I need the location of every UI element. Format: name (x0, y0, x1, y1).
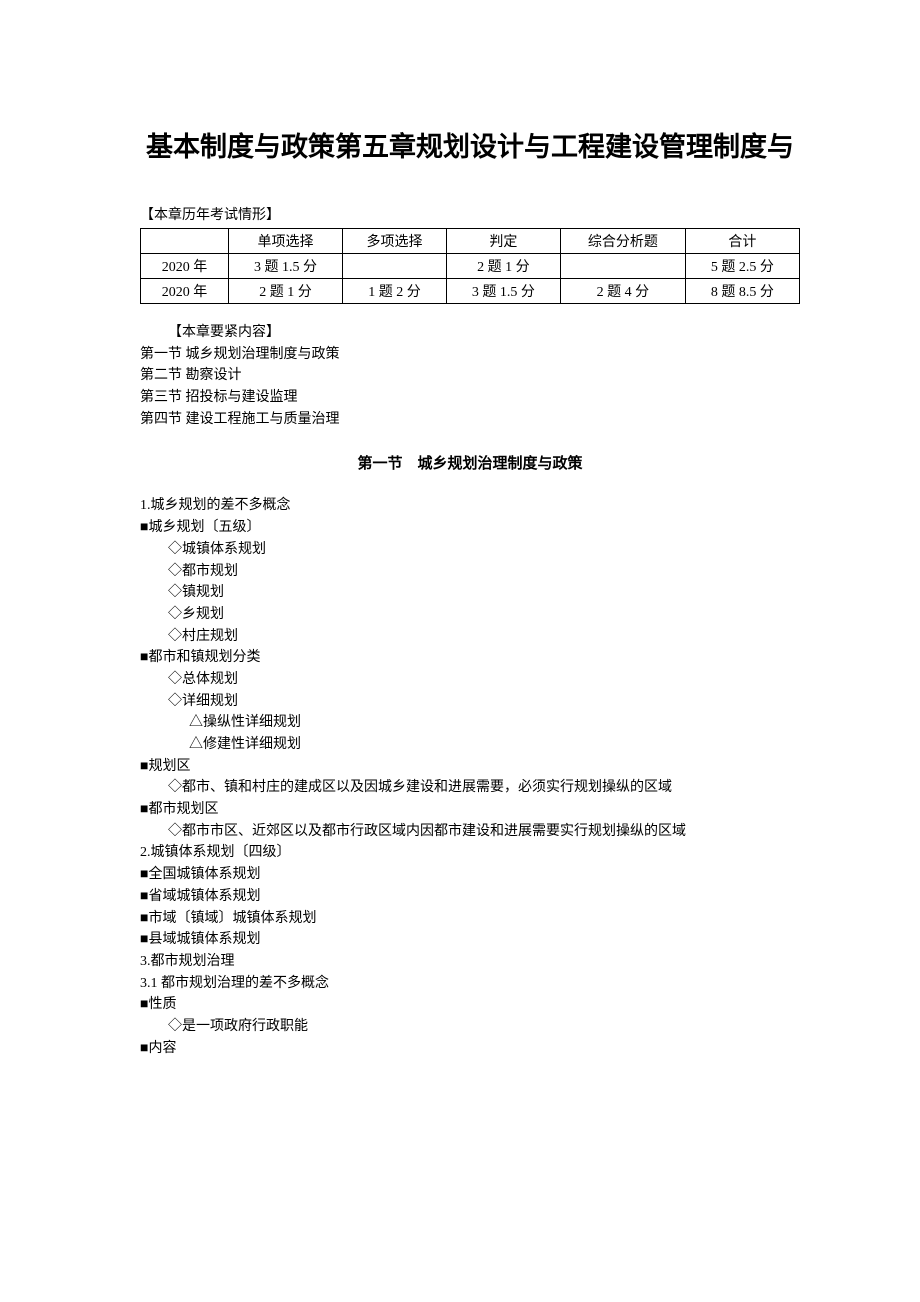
list-item-label: 镇规划 (182, 585, 224, 600)
list-item-label: 市域〔镇域〕城镇体系规划 (148, 911, 316, 926)
list-item: 都市规划区 (140, 799, 800, 821)
table-row: 2020 年 2 题 1 分 1 题 2 分 3 题 1.5 分 2 题 4 分… (141, 279, 800, 304)
list-item-label: 全国城镇体系规划 (148, 867, 260, 882)
list-item-label: 总体规划 (182, 672, 238, 687)
content-item: 第四节 建设工程施工与质量治理 (140, 409, 800, 431)
th-judge: 判定 (446, 229, 560, 254)
list-item-label: 县域城镇体系规划 (148, 932, 260, 947)
list-item-label: 操纵性详细规划 (203, 715, 301, 730)
cell-year: 2020 年 (141, 254, 229, 279)
exam-table: 单项选择 多项选择 判定 综合分析题 合计 2020 年 3 题 1.5 分 2… (140, 228, 800, 304)
content-item: 第三节 招投标与建设监理 (140, 387, 800, 409)
th-total: 合计 (685, 229, 799, 254)
cell: 3 题 1.5 分 (228, 254, 342, 279)
cell: 2 题 1 分 (446, 254, 560, 279)
exam-intro: 【本章历年考试情形】 (140, 204, 800, 224)
list-item: 全国城镇体系规划 (140, 864, 800, 886)
list-item: 性质 (140, 994, 800, 1016)
page-title: 基本制度与政策第五章规划设计与工程建设管理制度与 (140, 120, 800, 174)
list-item: 规划区 (140, 756, 800, 778)
list-item-label: 修建性详细规划 (203, 737, 301, 752)
list-item: 总体规划 (140, 669, 800, 691)
list-item-label: 规划区 (148, 759, 190, 774)
body-text: 1.城乡规划的差不多概念 (140, 495, 800, 517)
list-item: 是一项政府行政职能 (140, 1016, 800, 1038)
list-item: 村庄规划 (140, 626, 800, 648)
cell: 5 题 2.5 分 (685, 254, 799, 279)
list-item: 详细规划 (140, 691, 800, 713)
cell: 2 题 1 分 (228, 279, 342, 304)
list-item-label: 都市规划区 (148, 802, 218, 817)
list-item-label: 村庄规划 (182, 629, 238, 644)
cell (343, 254, 447, 279)
list-item: 镇规划 (140, 582, 800, 604)
th-comp: 综合分析题 (561, 229, 686, 254)
list-item-label: 城镇体系规划 (182, 542, 266, 557)
list-item-label: 都市市区、近郊区以及都市行政区域内因都市建设和进展需要实行规划操纵的区域 (182, 824, 686, 839)
content-item: 第二节 勘察设计 (140, 365, 800, 387)
list-item-label: 性质 (148, 997, 176, 1012)
list-item-label: 乡规划 (182, 607, 224, 622)
list-item: 县域城镇体系规划 (140, 929, 800, 951)
body-text: 3.1 都市规划治理的差不多概念 (140, 973, 800, 995)
list-item: 操纵性详细规划 (140, 712, 800, 734)
list-item-label: 详细规划 (182, 694, 238, 709)
list-item: 市域〔镇域〕城镇体系规划 (140, 908, 800, 930)
cell (561, 254, 686, 279)
list-item-label: 都市、镇和村庄的建成区以及因城乡建设和进展需要，必须实行规划操纵的区域 (182, 780, 672, 795)
section-title: 第一节 城乡规划治理制度与政策 (140, 452, 800, 473)
contents-intro: 【本章要紧内容】 (140, 322, 800, 344)
body-text: 2.城镇体系规划〔四级〕 (140, 842, 800, 864)
list-item: 修建性详细规划 (140, 734, 800, 756)
body-text: 3.都市规划治理 (140, 951, 800, 973)
list-item-label: 都市和镇规划分类 (148, 650, 260, 665)
list-item: 城乡规划〔五级〕 (140, 517, 800, 539)
list-item-label: 是一项政府行政职能 (182, 1019, 308, 1034)
document-page: 基本制度与政策第五章规划设计与工程建设管理制度与 【本章历年考试情形】 单项选择… (0, 0, 920, 1119)
cell: 1 题 2 分 (343, 279, 447, 304)
list-item: 都市、镇和村庄的建成区以及因城乡建设和进展需要，必须实行规划操纵的区域 (140, 777, 800, 799)
cell-year: 2020 年 (141, 279, 229, 304)
list-item: 都市规划 (140, 561, 800, 583)
th-single: 单项选择 (228, 229, 342, 254)
table-row: 2020 年 3 题 1.5 分 2 题 1 分 5 题 2.5 分 (141, 254, 800, 279)
list-item: 都市市区、近郊区以及都市行政区域内因都市建设和进展需要实行规划操纵的区域 (140, 821, 800, 843)
list-item: 省域城镇体系规划 (140, 886, 800, 908)
list-item-label: 都市规划 (182, 564, 238, 579)
table-header-row: 单项选择 多项选择 判定 综合分析题 合计 (141, 229, 800, 254)
list-item: 内容 (140, 1038, 800, 1060)
list-item: 乡规划 (140, 604, 800, 626)
list-item-label: 省域城镇体系规划 (148, 889, 260, 904)
list-item-label: 内容 (148, 1041, 176, 1056)
list-item-label: 城乡规划〔五级〕 (148, 520, 260, 535)
list-item: 都市和镇规划分类 (140, 647, 800, 669)
cell: 2 题 4 分 (561, 279, 686, 304)
cell: 8 题 8.5 分 (685, 279, 799, 304)
cell: 3 题 1.5 分 (446, 279, 560, 304)
th-blank (141, 229, 229, 254)
th-multi: 多项选择 (343, 229, 447, 254)
content-item: 第一节 城乡规划治理制度与政策 (140, 344, 800, 366)
list-item: 城镇体系规划 (140, 539, 800, 561)
